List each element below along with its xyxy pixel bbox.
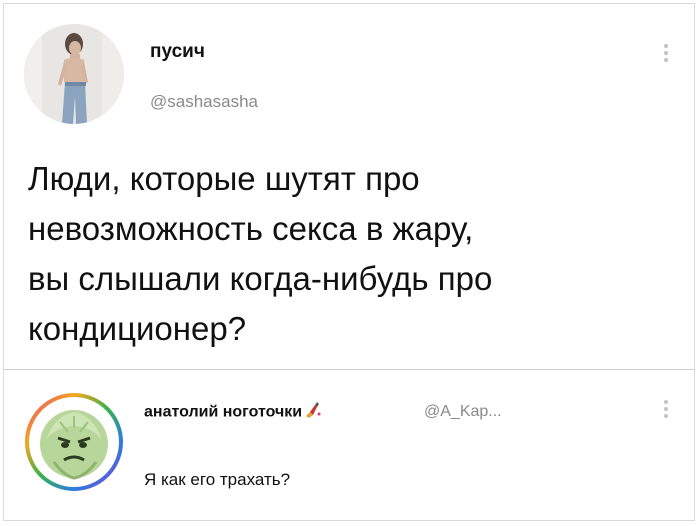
divider [4, 369, 694, 370]
avatar[interactable] [24, 24, 124, 124]
tweet-text-line: кондиционер? [28, 310, 247, 347]
reply-avatar[interactable] [24, 392, 124, 492]
tweet-text-line: Люди, которые шутят про [28, 160, 420, 197]
user-handle[interactable]: @sashasasha [150, 92, 258, 112]
tweet: пусич @sashasasha Люди, которые шутят пр… [4, 4, 694, 369]
reply-more-options-icon[interactable] [664, 400, 668, 420]
reply-user-handle[interactable]: @A_Kap... [424, 403, 502, 421]
tweet-text-line: вы слышали когда-нибудь про [28, 260, 493, 297]
more-options-icon[interactable] [664, 44, 668, 64]
avatar-photo [24, 24, 124, 124]
reply-display-name[interactable]: анатолий ноготочки [144, 402, 322, 423]
display-name[interactable]: пусич [150, 41, 205, 63]
reply-display-name-text: анатолий ноготочки [144, 403, 303, 421]
screenshot-frame: пусич @sashasasha Люди, которые шутят пр… [3, 3, 695, 521]
tweet-text-line: невозможность секса в жару, [28, 210, 474, 247]
tweet-text: Люди, которые шутят про невозможность се… [28, 154, 668, 354]
reply-text: Я как его трахать? [144, 470, 291, 489]
reply-avatar-image [25, 393, 123, 491]
nail-polish-icon [304, 402, 322, 423]
